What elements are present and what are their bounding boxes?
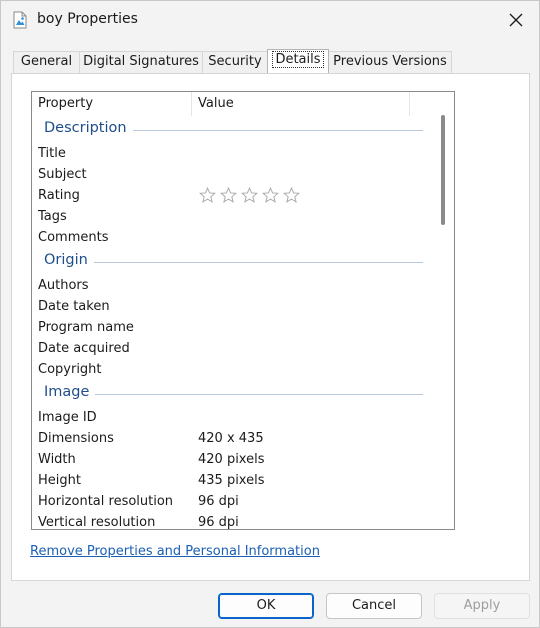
property-name: Width: [38, 452, 76, 467]
group-label: Origin: [44, 252, 94, 268]
property-name: Horizontal resolution: [38, 494, 174, 509]
remove-properties-link[interactable]: Remove Properties and Personal Informati…: [30, 544, 320, 559]
property-name: Date taken: [38, 299, 110, 314]
property-value: 435 pixels: [198, 473, 265, 488]
property-name: Vertical resolution: [38, 515, 156, 530]
close-icon: [509, 13, 523, 27]
star-icon[interactable]: [219, 186, 238, 205]
list-item[interactable]: Rating: [32, 185, 432, 206]
star-icon[interactable]: [282, 186, 301, 205]
list-header: Property Value: [32, 92, 432, 116]
title-bar: boy Properties: [1, 1, 539, 41]
list-item[interactable]: Tags: [32, 206, 432, 227]
vertical-scrollbar[interactable]: [433, 92, 454, 529]
star-icon[interactable]: [198, 186, 217, 205]
list-item[interactable]: Vertical resolution 96 dpi: [32, 512, 432, 530]
list-item[interactable]: Title: [32, 143, 432, 164]
list-item[interactable]: Width 420 pixels: [32, 449, 432, 470]
ok-button[interactable]: OK: [218, 593, 314, 619]
tab-previous-versions[interactable]: Previous Versions: [328, 51, 452, 73]
star-icon[interactable]: [240, 186, 259, 205]
group-image[interactable]: Image: [32, 380, 432, 407]
property-value: 420 x 435: [198, 431, 264, 446]
rating-stars[interactable]: [198, 185, 301, 206]
property-name: Height: [38, 473, 81, 488]
property-name: Comments: [38, 230, 109, 245]
property-name: Subject: [38, 167, 87, 182]
list-item[interactable]: Date acquired: [32, 338, 432, 359]
group-divider: [44, 262, 423, 263]
property-name: Copyright: [38, 362, 102, 377]
property-name: Program name: [38, 320, 134, 335]
list-item[interactable]: Subject: [32, 164, 432, 185]
group-label: Image: [44, 384, 96, 400]
tab-general[interactable]: General: [13, 51, 80, 73]
cancel-button[interactable]: Cancel: [326, 593, 422, 619]
tab-security[interactable]: Security: [202, 51, 268, 73]
list-item[interactable]: Image ID: [32, 407, 432, 428]
list-item[interactable]: Dimensions 420 x 435: [32, 428, 432, 449]
tab-details[interactable]: Details: [267, 49, 329, 73]
star-icon[interactable]: [261, 186, 280, 205]
property-value: 96 dpi: [198, 494, 239, 509]
apply-button[interactable]: Apply: [434, 593, 530, 619]
property-name: Date acquired: [38, 341, 130, 356]
group-label: Description: [44, 120, 133, 136]
list-item[interactable]: Program name: [32, 317, 432, 338]
image-file-icon: [13, 11, 27, 29]
property-name: Title: [38, 146, 66, 161]
property-name: Image ID: [38, 410, 97, 425]
scrollbar-thumb[interactable]: [441, 115, 445, 225]
list-item[interactable]: Copyright: [32, 359, 432, 380]
property-value: 96 dpi: [198, 515, 239, 530]
group-description[interactable]: Description: [32, 116, 432, 143]
list-item[interactable]: Comments: [32, 227, 432, 248]
list-item[interactable]: Horizontal resolution 96 dpi: [32, 491, 432, 512]
tab-digital-signatures[interactable]: Digital Signatures: [79, 51, 203, 73]
list-item[interactable]: Date taken: [32, 296, 432, 317]
property-list[interactable]: Property Value Description Title Subject…: [31, 91, 455, 530]
list-item[interactable]: Height 435 pixels: [32, 470, 432, 491]
list-item[interactable]: Authors: [32, 275, 432, 296]
property-name: Dimensions: [38, 431, 114, 446]
group-divider: [44, 394, 423, 395]
close-button[interactable]: [493, 1, 539, 39]
properties-dialog: boy Properties General Digital Signature…: [0, 0, 540, 628]
property-name: Tags: [38, 209, 67, 224]
column-header-property[interactable]: Property: [32, 92, 192, 116]
property-name: Rating: [38, 188, 80, 203]
tab-strip: General Digital Signatures Security Deta…: [13, 49, 533, 73]
details-panel: Property Value Description Title Subject…: [11, 73, 530, 581]
window-title: boy Properties: [37, 11, 138, 27]
group-origin[interactable]: Origin: [32, 248, 432, 275]
property-value: 420 pixels: [198, 452, 265, 467]
property-name: Authors: [38, 278, 89, 293]
column-header-value[interactable]: Value: [192, 92, 410, 116]
property-rows: Description Title Subject Rating Tags Co…: [32, 116, 432, 530]
